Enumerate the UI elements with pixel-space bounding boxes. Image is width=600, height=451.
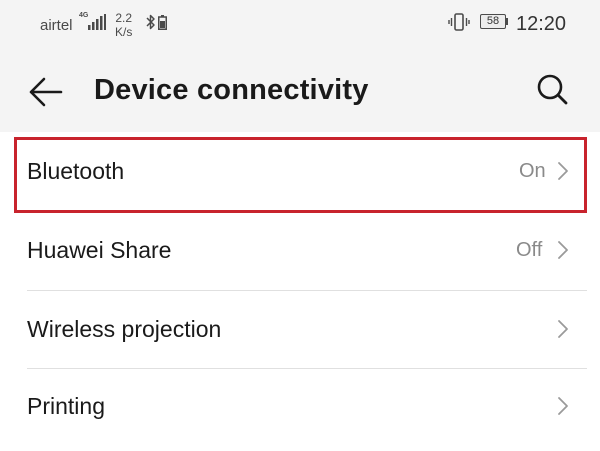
carrier-label: airtel bbox=[40, 17, 73, 34]
battery-tip bbox=[506, 18, 508, 25]
setting-label: Printing bbox=[27, 393, 105, 419]
bluetooth-status-icon bbox=[146, 14, 155, 30]
chevron-right-icon bbox=[558, 241, 568, 259]
back-arrow-icon[interactable] bbox=[24, 70, 68, 114]
setting-row-wireless-projection[interactable]: Wireless projection bbox=[0, 291, 600, 369]
network-speed-value: 2.2 bbox=[115, 11, 133, 25]
highlight-box bbox=[14, 137, 587, 213]
setting-label: Huawei Share bbox=[27, 237, 172, 263]
chevron-right-icon bbox=[558, 320, 568, 338]
setting-row-printing[interactable]: Printing bbox=[0, 369, 600, 447]
vibrate-icon bbox=[448, 13, 470, 31]
search-icon[interactable] bbox=[533, 70, 573, 110]
device-battery-icon bbox=[158, 15, 167, 30]
status-bar: airtel 4G 2.2 K/s 58 12:20 bbox=[0, 0, 600, 52]
setting-label: Wireless projection bbox=[27, 316, 222, 342]
setting-value: Off bbox=[516, 239, 543, 261]
battery-indicator: 58 bbox=[480, 14, 506, 29]
clock: 12:20 bbox=[516, 13, 567, 35]
setting-row-huawei-share[interactable]: Huawei Share Off bbox=[0, 214, 600, 292]
signal-strength-icon bbox=[88, 14, 106, 30]
network-speed-unit: K/s bbox=[115, 25, 133, 39]
page-title: Device connectivity bbox=[94, 74, 369, 106]
chevron-right-icon bbox=[558, 397, 568, 415]
network-speed: 2.2 K/s bbox=[115, 11, 132, 39]
network-type-label: 4G bbox=[79, 12, 89, 19]
